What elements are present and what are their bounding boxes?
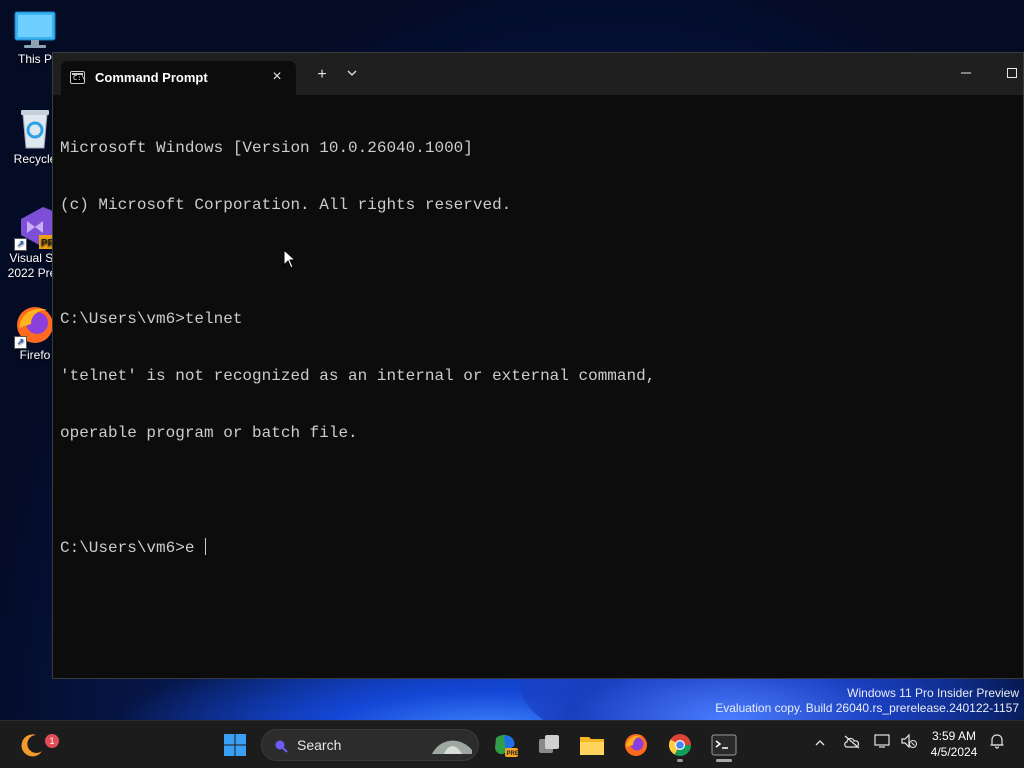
console-line: C:\Users\vm6>telnet — [60, 310, 243, 328]
terminal-window[interactable]: C:\ Command Prompt × + Microsoft Windows… — [52, 52, 1024, 679]
task-view-button[interactable] — [531, 727, 567, 763]
chevron-down-icon — [347, 70, 357, 76]
console-line: (c) Microsoft Corporation. All rights re… — [60, 196, 512, 214]
recycle-bin-icon — [21, 110, 49, 149]
search-icon — [275, 740, 288, 753]
volume-button[interactable] — [898, 733, 920, 755]
start-icon — [224, 734, 246, 756]
tab-dropdown-button[interactable] — [338, 63, 366, 87]
monitor-icon — [14, 11, 56, 48]
firefox-taskbar-button[interactable] — [618, 727, 654, 763]
onedrive-offline-button[interactable] — [841, 733, 863, 755]
watermark-line: Windows 11 Pro Insider Preview — [847, 686, 1019, 700]
minimize-icon — [961, 72, 971, 74]
weather-moon-icon — [21, 734, 42, 757]
tab-title: Command Prompt — [95, 70, 208, 85]
text-cursor — [205, 538, 207, 555]
active-indicator — [716, 759, 732, 762]
clock-button[interactable]: 3:59 AM 4/5/2024 — [924, 728, 984, 760]
shortcut-arrow-icon: ↗ — [14, 336, 27, 349]
mouse-pointer-icon — [283, 249, 297, 269]
chevron-up-icon — [815, 740, 825, 746]
clock-date: 4/5/2024 — [930, 745, 978, 759]
console-prompt-line[interactable]: C:\Users\vm6>e — [60, 538, 1013, 557]
file-explorer-button[interactable] — [574, 727, 610, 763]
close-tab-icon[interactable]: × — [266, 66, 288, 88]
new-tab-button[interactable]: + — [308, 63, 336, 87]
svg-text:PRE: PRE — [507, 751, 519, 757]
task-view-icon — [539, 735, 559, 753]
chrome-taskbar-button[interactable] — [662, 727, 698, 763]
tab-command-prompt[interactable]: C:\ Command Prompt × — [61, 61, 296, 95]
console-line: Microsoft Windows [Version 10.0.26040.10… — [60, 139, 473, 157]
widgets-button[interactable]: 1 — [14, 727, 59, 763]
terminal-taskbar-button[interactable] — [706, 727, 742, 763]
title-bar[interactable]: C:\ Command Prompt × + — [53, 53, 1023, 95]
network-icon — [874, 734, 890, 748]
console-output[interactable]: Microsoft Windows [Version 10.0.26040.10… — [60, 101, 1013, 670]
copilot-icon: PRE — [495, 735, 519, 757]
chrome-icon — [669, 734, 691, 756]
shortcut-arrow-icon: ↗ — [14, 238, 27, 251]
maximize-button[interactable] — [989, 59, 1024, 89]
firefox-icon — [625, 734, 647, 756]
taskbar: 1 Search PRE 3:59 AM 4/5/2024 — [0, 720, 1024, 768]
network-button[interactable] — [872, 733, 894, 755]
console-line: operable program or batch file. — [60, 424, 358, 442]
minimize-button[interactable] — [943, 59, 989, 89]
command-prompt-icon: C:\ — [70, 71, 86, 84]
terminal-icon — [711, 734, 737, 756]
show-hidden-icons-button[interactable] — [809, 733, 831, 755]
cloud-off-icon — [844, 735, 860, 749]
maximize-icon — [1007, 68, 1017, 78]
start-button[interactable] — [217, 727, 253, 763]
file-explorer-icon — [580, 737, 604, 755]
search-label: Search — [297, 737, 342, 753]
running-indicator — [677, 759, 683, 762]
clock-time: 3:59 AM — [931, 729, 977, 743]
console-prompt: C:\Users\vm6>e — [60, 539, 205, 557]
watermark-line: Evaluation copy. Build 26040.rs_prerelea… — [715, 701, 1019, 715]
volume-muted-icon — [901, 733, 917, 749]
search-highlight-icon — [432, 740, 472, 754]
bell-icon — [990, 734, 1004, 749]
console-line: 'telnet' is not recognized as an interna… — [60, 367, 656, 385]
notification-badge: 1 — [45, 734, 59, 748]
search-box[interactable]: Search — [261, 729, 479, 761]
notifications-button[interactable] — [986, 733, 1008, 755]
copilot-button[interactable]: PRE — [487, 727, 523, 763]
